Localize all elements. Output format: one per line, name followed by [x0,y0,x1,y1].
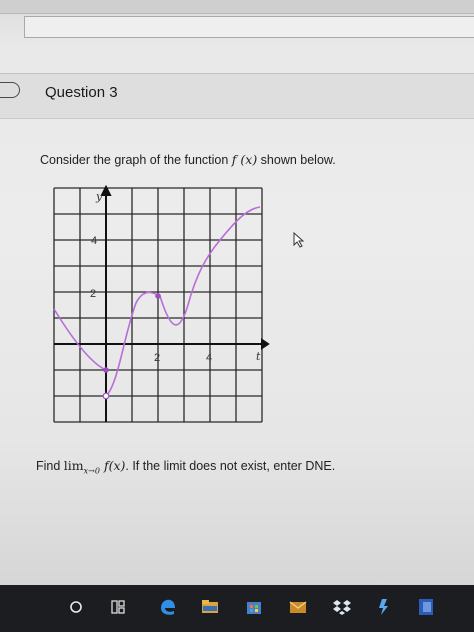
x-tick-label-4: 4 [206,352,212,364]
function-name: f (x) [231,152,258,167]
address-bar-strip [0,0,474,14]
prompt-prefix: Consider the graph of the function [40,153,232,167]
file-explorer-icon[interactable] [200,597,220,617]
screen: Question 3 Consider the graph of the fun… [0,0,474,585]
task-view-icon[interactable] [108,597,128,617]
word-icon[interactable] [416,597,436,617]
open-point [102,392,110,400]
taskbar [0,585,474,632]
store-icon[interactable] [244,597,264,617]
dropbox-icon[interactable] [332,597,352,617]
question-title: Question 3 [45,84,118,101]
closed-point [103,367,109,373]
previous-answer-box[interactable] [24,16,474,38]
find-prefix: Find [36,459,64,473]
question-header[interactable]: Question 3 [0,73,474,119]
limit-subscript: x→0 [83,466,100,476]
cortana-circle-icon[interactable] [66,597,86,617]
mail-icon[interactable] [288,597,308,617]
x-tick-label-2: 2 [154,352,160,364]
y-axis-label: y [95,190,103,203]
limit-text: lim [63,458,84,473]
graph-grid [53,187,263,423]
question-prompt: Consider the graph of the function f (x)… [40,152,336,167]
prompt-suffix: shown below. [257,153,336,167]
app-icon[interactable] [374,597,394,617]
find-suffix: . If the limit does not exist, enter DNE… [125,459,336,473]
y-tick-label-4: 4 [91,235,97,247]
expand-icon[interactable] [0,82,20,98]
limit-question: Find limx→0 f(x). If the limit does not … [36,458,335,476]
mouse-cursor-icon [293,232,305,248]
edge-icon[interactable] [158,597,178,617]
x-axis-label: t [256,350,261,363]
function-curve [53,206,261,397]
function-graph: y t 4 2 2 4 [53,185,270,423]
y-tick-label-2: 2 [90,288,96,300]
limit-function: f(x) [99,458,126,473]
closed-point-2 [155,293,161,299]
